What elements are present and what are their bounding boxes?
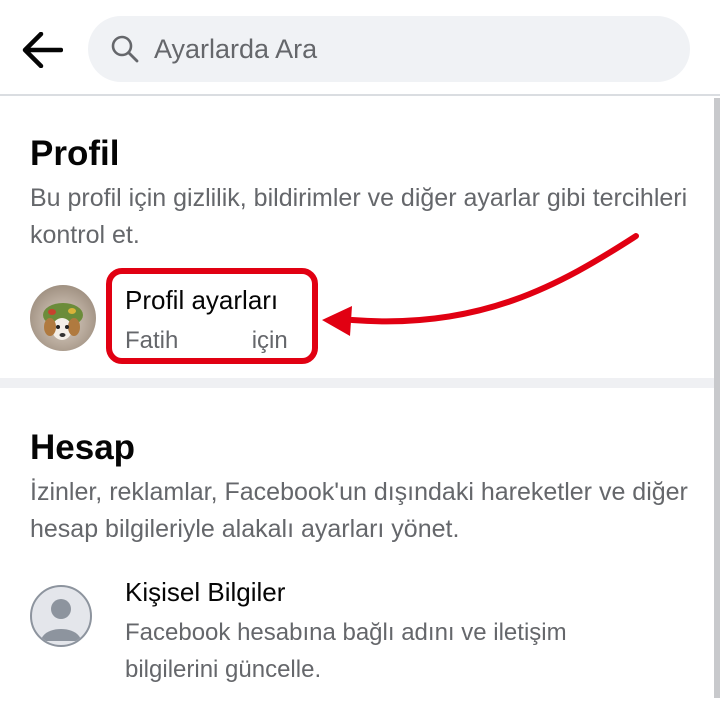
arrow-left-icon — [22, 32, 63, 68]
profile-section-description: Bu profil için gizlilik, bildirimler ve … — [30, 184, 688, 249]
highlight-box-annotation — [106, 268, 318, 364]
personal-info-title: Kişisel Bilgiler — [125, 577, 286, 607]
account-section-description: İzinler, reklamlar, Facebook'un dışındak… — [30, 478, 688, 543]
settings-page: Profil Bu profil için gizlilik, bildirim… — [0, 0, 720, 707]
profile-section-title: Profil — [30, 134, 120, 173]
personal-info-item[interactable]: Kişisel Bilgiler Facebook hesabına bağlı… — [30, 577, 690, 687]
section-divider — [0, 378, 720, 388]
scrollbar[interactable] — [714, 98, 720, 698]
search-input[interactable] — [154, 33, 634, 65]
back-button[interactable] — [14, 22, 70, 78]
search-bar[interactable] — [88, 16, 690, 82]
settings-header — [0, 0, 720, 96]
default-user-avatar — [30, 585, 92, 647]
personal-info-subtitle: Facebook hesabına bağlı adını ve iletişi… — [125, 619, 567, 683]
search-icon — [110, 34, 140, 64]
account-section-title: Hesap — [30, 428, 136, 467]
profile-photo-avatar — [30, 285, 96, 351]
